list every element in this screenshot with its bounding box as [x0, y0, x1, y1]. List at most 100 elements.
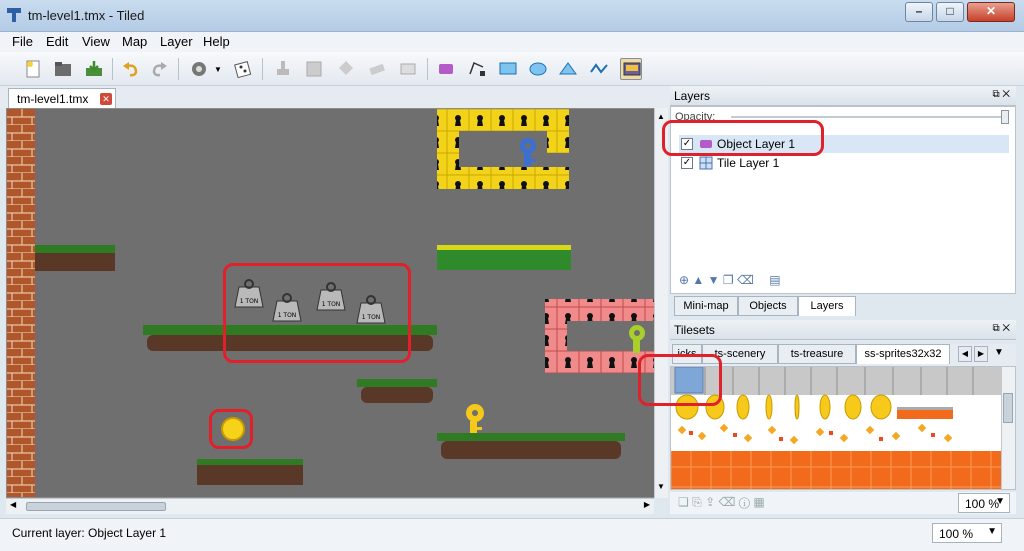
map-canvas[interactable]: 1 TON 1 TON 1 TON 1 TON [6, 108, 666, 498]
export-tileset-icon[interactable]: ⇪ [705, 495, 715, 509]
tileset-zoom-select[interactable]: 100 % ▼ [958, 493, 1010, 513]
menu-file[interactable]: File [12, 34, 33, 49]
tab-tileset-sprites[interactable]: ss-sprites32x32 [856, 344, 950, 364]
polyline-icon [590, 63, 608, 74]
tileset-vertical-scrollbar[interactable] [1001, 367, 1015, 489]
dice-icon [234, 61, 252, 79]
tilesets-panel-header: Tilesets ⧉ ✕ [670, 320, 1016, 340]
menu-bar: File Edit View Map Layer Help [0, 32, 1024, 52]
scroll-down-icon[interactable]: ▼ [657, 482, 665, 491]
menu-map[interactable]: Map [122, 34, 147, 49]
rectangle-icon [499, 62, 517, 75]
tab-list-chevron-icon[interactable]: ▼ [994, 347, 1004, 358]
open-button[interactable] [52, 58, 74, 80]
layer-row-tile-layer-1[interactable]: ✓ Tile Layer 1 [679, 154, 1009, 172]
layers-panel-header: Layers ⧉ ✕ [670, 86, 1016, 106]
menu-help[interactable]: Help [203, 34, 230, 49]
delete-layer-icon[interactable]: ⌫ [737, 273, 754, 287]
tab-objects[interactable]: Objects [738, 296, 798, 316]
map-zoom-select[interactable]: 100 % ▼ [932, 523, 1002, 543]
insert-tile-button[interactable] [620, 58, 642, 80]
opacity-slider-track[interactable] [731, 116, 1007, 118]
toolbar-separator [262, 58, 263, 80]
redo-button[interactable] [148, 58, 170, 80]
tab-scroll-right-icon[interactable]: ▶ [974, 346, 988, 362]
insert-rectangle-button[interactable] [497, 58, 519, 80]
import-tileset-icon[interactable]: ⎘ [692, 495, 702, 509]
insert-polygon-button[interactable] [557, 58, 579, 80]
dock-buttons[interactable]: ⧉ ✕ [992, 89, 1010, 100]
stamp-brush-button[interactable] [272, 58, 294, 80]
save-icon [86, 61, 102, 76]
annotation-object-layer [662, 120, 824, 156]
toolbar-separator [112, 58, 113, 80]
title-bar: tm-level1.tmx - Tiled – □ ✕ [0, 0, 1024, 32]
menu-edit[interactable]: Edit [46, 34, 68, 49]
rect-select-button[interactable] [397, 58, 419, 80]
tab-tm-level1[interactable]: tm-level1.tmx ✕ [8, 88, 116, 108]
dock-buttons[interactable]: ⧉ ✕ [992, 323, 1010, 334]
bucket-icon [339, 61, 353, 75]
select-objects-icon [439, 64, 453, 74]
toolbar: ▼ [0, 52, 1024, 86]
add-layer-icon[interactable]: ⊕ [679, 273, 689, 287]
close-button[interactable]: ✕ [967, 2, 1015, 22]
toolbar-separator [178, 58, 179, 80]
duplicate-layer-icon[interactable]: ❐ [723, 273, 734, 287]
edit-terrain-icon[interactable]: ▦ [753, 495, 764, 509]
edit-polygons-icon [469, 61, 485, 76]
menu-view[interactable]: View [82, 34, 110, 49]
terrain-icon [306, 61, 322, 77]
save-button[interactable] [83, 58, 105, 80]
redo-icon [152, 62, 167, 77]
chevron-down-icon: ▼ [987, 526, 997, 537]
insert-tile-icon [623, 62, 641, 76]
tab-tileset-treasure[interactable]: ts-treasure [778, 344, 856, 364]
new-file-icon [26, 60, 40, 78]
map-vertical-scrollbar[interactable]: ▲ ▼ [654, 108, 668, 498]
close-tab-icon[interactable]: ✕ [100, 93, 112, 105]
scroll-thumb[interactable] [1003, 393, 1013, 423]
status-bar: Current layer: Object Layer 1 100 % ▼ [0, 518, 1024, 551]
eraser-button[interactable] [366, 58, 388, 80]
scroll-left-icon[interactable]: ◀ [10, 500, 16, 509]
toolbar-separator [427, 58, 428, 80]
maximize-button[interactable]: □ [936, 2, 964, 22]
rect-select-icon [400, 63, 416, 75]
bucket-fill-button[interactable] [334, 58, 356, 80]
tab-mini-map[interactable]: Mini-map [674, 296, 738, 316]
map-horizontal-scrollbar[interactable]: ◀ ▶ [6, 498, 654, 514]
scroll-right-icon[interactable]: ▶ [644, 500, 650, 509]
menu-layer[interactable]: Layer [160, 34, 193, 49]
layer-properties-icon[interactable]: ▤ [769, 273, 780, 287]
opacity-slider-handle[interactable] [1001, 110, 1009, 124]
tileset-properties-icon[interactable]: ⓘ [739, 495, 750, 509]
chevron-down-icon[interactable]: ▼ [214, 65, 222, 74]
ellipse-icon [529, 62, 547, 76]
select-objects-button[interactable] [436, 58, 458, 80]
tiled-app-icon [7, 8, 21, 22]
raise-layer-icon[interactable]: ▲ [692, 273, 704, 287]
insert-ellipse-button[interactable] [527, 58, 549, 80]
minimize-button[interactable]: – [905, 2, 933, 22]
new-tileset-icon[interactable]: ❏ [678, 495, 689, 509]
terrain-brush-button[interactable] [303, 58, 325, 80]
edit-polygons-button[interactable] [466, 58, 488, 80]
undo-button[interactable] [120, 58, 142, 80]
insert-polyline-button[interactable] [588, 58, 610, 80]
annotation-coin [209, 409, 253, 449]
random-mode-button[interactable] [188, 58, 210, 80]
new-map-button[interactable] [22, 58, 44, 80]
scroll-thumb[interactable] [26, 502, 166, 511]
undo-icon [123, 62, 138, 77]
folder-icon [55, 62, 71, 76]
scroll-up-icon[interactable]: ▲ [657, 112, 665, 121]
remove-tileset-icon[interactable]: ⌫ [718, 495, 735, 509]
dice-button[interactable] [232, 58, 254, 80]
dice-icon [192, 62, 206, 76]
chevron-down-icon: ▼ [995, 496, 1005, 507]
tab-scroll-left-icon[interactable]: ◀ [958, 346, 972, 362]
layer-visible-checkbox[interactable]: ✓ [681, 157, 693, 169]
lower-layer-icon[interactable]: ▼ [708, 273, 720, 287]
tab-layers[interactable]: Layers [798, 296, 856, 316]
